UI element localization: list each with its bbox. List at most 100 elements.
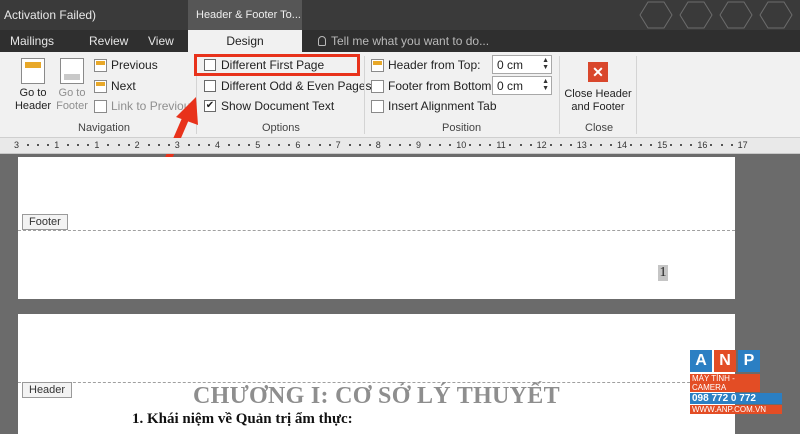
ruler-tick (368, 144, 371, 146)
footer-from-bottom-input[interactable]: 0 cm ▲ ▼ (492, 76, 552, 95)
header-icon (21, 58, 45, 84)
ruler-number: 3 (174, 140, 180, 150)
next-button[interactable]: Next (94, 79, 136, 93)
header-from-top-text: Header from Top: (388, 58, 481, 72)
group-separator (559, 56, 560, 134)
insert-alignment-tab-label: Insert Alignment Tab (388, 99, 497, 113)
ruler-tick (47, 144, 50, 146)
show-document-text-checkbox[interactable]: ✔ Show Document Text (204, 99, 334, 113)
ruler-tick (569, 144, 572, 146)
different-odd-even-box (204, 80, 216, 92)
ruler-tick (449, 144, 452, 146)
ruler-tick (37, 144, 40, 146)
tell-me-placeholder: Tell me what you want to do... (331, 34, 490, 48)
ruler-number: 1 (54, 140, 60, 150)
close-icon: ✕ (588, 62, 608, 82)
group-label-position: Position (442, 122, 482, 134)
ruler-tick (439, 144, 442, 146)
spinner-arrows-icon[interactable]: ▲ ▼ (542, 78, 549, 92)
previous-label: Previous (111, 58, 158, 72)
header-from-top-value: 0 cm (497, 58, 524, 72)
ruler-tick (630, 144, 633, 146)
ruler-tick (328, 144, 331, 146)
ruler-number: 2 (134, 140, 140, 150)
ruler-tick (640, 144, 643, 146)
ruler-tick (489, 144, 492, 146)
ruler-tick (167, 144, 170, 146)
ruler-tick (408, 144, 411, 146)
document-page[interactable]: Footer 1 (18, 157, 735, 299)
show-document-text-label: Show Document Text (221, 99, 335, 113)
footer-boundary-line (18, 230, 735, 231)
ruler-tick (318, 144, 321, 146)
ruler-number: 16 (697, 140, 708, 150)
insert-alignment-tab-button[interactable]: Insert Alignment Tab (371, 99, 497, 113)
ruler-tick (207, 144, 210, 146)
tab-review[interactable]: Review (89, 34, 128, 48)
ruler-number: 9 (416, 140, 422, 150)
ruler-number: 1 (94, 140, 100, 150)
tab-mailings[interactable]: Mailings (10, 34, 54, 48)
go-to-footer-button[interactable]: Go to Footer (54, 58, 90, 113)
tab-view[interactable]: View (148, 34, 174, 48)
ruler-tick (358, 144, 361, 146)
ruler-number: 14 (617, 140, 628, 150)
tab-design[interactable]: Design (188, 30, 302, 52)
different-odd-even-checkbox[interactable]: Different Odd & Even Pages (204, 79, 372, 93)
footer-from-bottom-text: Footer from Bottom: (388, 79, 495, 93)
window-title: Activation Failed) (4, 8, 97, 22)
ruler-tick (187, 144, 190, 146)
ruler-tick (197, 144, 200, 146)
hexagon-pattern-icon (639, 1, 793, 29)
horizontal-ruler[interactable]: 3 1 1 2 3 4 5 6 7 8 9 10 11 12 13 14 15 16 17 (0, 138, 800, 154)
group-separator (636, 56, 637, 134)
alignment-tab-icon (371, 99, 384, 113)
previous-button[interactable]: Previous (94, 58, 158, 72)
ruler-number: 8 (375, 140, 381, 150)
ruler-tick (720, 144, 723, 146)
ruler-tick (509, 144, 512, 146)
document-page[interactable]: Header CHƯƠNG I: CƠ SỞ LÝ THUYẾT 1. Khái… (18, 314, 735, 434)
ruler-tick (268, 144, 271, 146)
group-separator (364, 56, 365, 134)
ruler-tick (27, 144, 30, 146)
header-position-icon (371, 58, 384, 72)
footer-from-bottom-label: Footer from Bottom: (371, 79, 495, 93)
ruler-tick (67, 144, 70, 146)
ruler-number: 10 (456, 140, 467, 150)
ruler-tick (157, 144, 160, 146)
ruler-tick (308, 144, 311, 146)
ruler-tick (529, 144, 532, 146)
ruler-tick (479, 144, 482, 146)
ruler-number: 6 (295, 140, 301, 150)
ruler-number: 5 (255, 140, 261, 150)
ruler-tick (519, 144, 522, 146)
ruler-number: 7 (335, 140, 341, 150)
ruler-tick (248, 144, 251, 146)
close-header-footer-button[interactable]: ✕ Close Header and Footer (562, 58, 634, 114)
title-bar: Activation Failed) Header & Footer To... (0, 0, 800, 30)
group-label-options: Options (262, 122, 300, 134)
close-header-footer-label: Close Header and Footer (564, 88, 632, 113)
ruler-number: 13 (576, 140, 587, 150)
next-label: Next (111, 79, 136, 93)
section-heading: 1. Khái niệm về Quản trị ẩm thực: (132, 411, 353, 427)
footer-position-icon (371, 79, 384, 93)
header-from-top-input[interactable]: 0 cm ▲ ▼ (492, 55, 552, 74)
ruler-number: 3 (14, 140, 20, 150)
context-tab-header-footer: Header & Footer To... (188, 0, 302, 30)
ruler-tick (670, 144, 673, 146)
ruler-tick (107, 144, 110, 146)
ruler-tick (650, 144, 653, 146)
ribbon: Go to Header Go to Footer Previous Next … (0, 52, 800, 138)
tell-me-search[interactable]: Tell me what you want to do... (318, 34, 489, 48)
ruler-tick (147, 144, 150, 146)
ruler-number: 12 (536, 140, 547, 150)
go-to-header-button[interactable]: Go to Header (14, 58, 52, 113)
footer-from-bottom-value: 0 cm (497, 79, 524, 93)
ruler-number: 4 (215, 140, 221, 150)
ruler-tick (730, 144, 733, 146)
page-number-field[interactable]: 1 (658, 265, 668, 281)
spinner-arrows-icon[interactable]: ▲ ▼ (542, 57, 549, 71)
ruler-tick (348, 144, 351, 146)
